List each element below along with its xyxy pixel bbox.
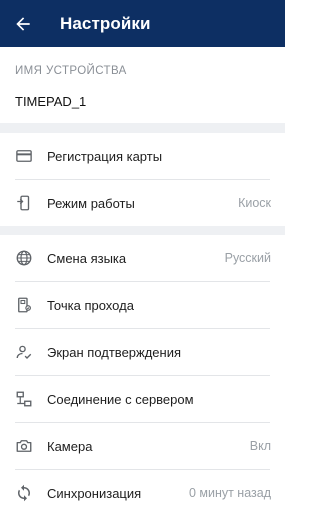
camera-label: Камера [47, 438, 93, 454]
device-name-label: ИМЯ УСТРОЙСТВА [15, 65, 127, 77]
confirmation-screen-label: Экран подтверждения [47, 344, 182, 360]
card-registration-item[interactable]: Регистрация карты [0, 133, 285, 179]
arrow-left-icon [13, 14, 33, 34]
network-icon [0, 376, 47, 422]
work-mode-label: Режим работы [47, 195, 135, 211]
access-point-icon [0, 282, 47, 328]
work-mode-item[interactable]: Режим работы Киоск [0, 180, 285, 226]
section-separator [0, 226, 285, 235]
sync-item[interactable]: Синхронизация 0 минут назад [0, 470, 285, 507]
language-label: Смена языка [47, 250, 127, 266]
language-value: Русский [224, 251, 271, 265]
device-mode-icon [0, 180, 47, 226]
access-point-label: Точка прохода [47, 297, 134, 313]
device-name-value: TIMEPAD_1 [15, 94, 87, 109]
page-title: Настройки [60, 13, 151, 33]
language-item[interactable]: Смена языка Русский [0, 235, 285, 281]
camera-icon [0, 423, 47, 469]
camera-item[interactable]: Камера Вкл [0, 423, 285, 469]
device-name-section[interactable]: ИМЯ УСТРОЙСТВА TIMEPAD_1 [0, 47, 285, 123]
section-separator [0, 123, 285, 133]
work-mode-value: Киоск [238, 196, 271, 210]
user-check-icon [0, 329, 47, 375]
card-registration-label: Регистрация карты [47, 148, 163, 164]
access-point-item[interactable]: Точка прохода [0, 282, 285, 328]
camera-value: Вкл [249, 439, 271, 453]
globe-icon [0, 235, 47, 281]
sync-value: 0 минут назад [188, 486, 271, 500]
sync-label: Синхронизация [47, 485, 142, 501]
app-bar: Настройки [0, 0, 285, 47]
back-button[interactable] [0, 0, 46, 47]
confirmation-screen-item[interactable]: Экран подтверждения [0, 329, 285, 375]
server-connection-label: Соединение с сервером [47, 391, 194, 407]
credit-card-icon [0, 133, 47, 179]
sync-icon [0, 470, 47, 507]
server-connection-item[interactable]: Соединение с сервером [0, 376, 285, 422]
